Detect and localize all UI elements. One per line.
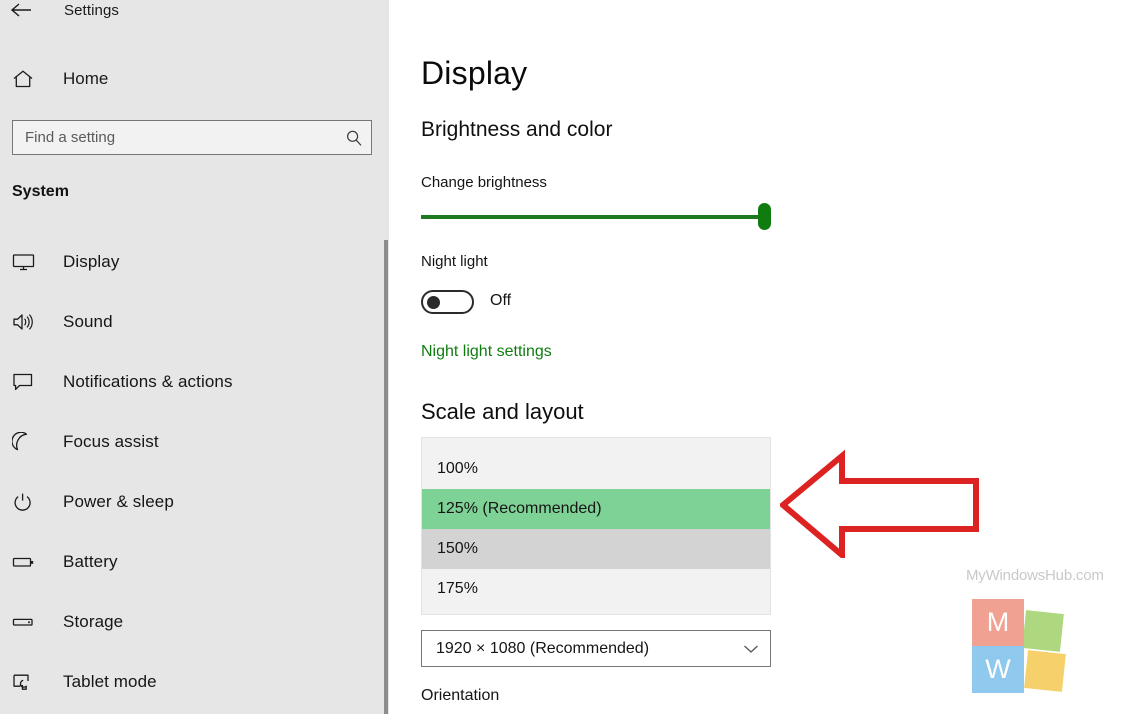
resolution-value: 1920 × 1080 (Recommended) [436, 639, 650, 657]
sidebar-item-battery[interactable]: Battery [0, 532, 389, 592]
sidebar-label-notifications: Notifications & actions [63, 372, 233, 391]
title-bar: Settings [0, 0, 389, 26]
brightness-section-heading: Brightness and color [421, 118, 613, 141]
scale-option-125-selected[interactable]: 125% (Recommended) [422, 489, 770, 529]
speaker-icon [12, 310, 42, 334]
chat-bubble-icon [12, 370, 42, 394]
scale-dropdown-list[interactable]: 100% 125% (Recommended) 150% 175% [421, 437, 771, 615]
chevron-down-icon[interactable] [732, 644, 770, 654]
dropdown-top-padding [422, 438, 770, 449]
night-light-toggle-knob [427, 296, 440, 309]
sidebar-nav-list: Display Sound Notifications & actions Fo… [0, 232, 389, 712]
sidebar-label-focus-assist: Focus assist [63, 432, 159, 451]
sidebar-item-notifications[interactable]: Notifications & actions [0, 352, 389, 412]
scale-option-150-hover[interactable]: 150% [422, 529, 770, 569]
orientation-label: Orientation [421, 687, 500, 704]
night-light-label: Night light [421, 253, 488, 270]
brightness-slider-track [421, 215, 771, 219]
main-content: Display Brightness and color Change brig… [389, 0, 1125, 714]
back-arrow-icon[interactable] [0, 0, 42, 25]
brightness-slider-label: Change brightness [421, 174, 547, 191]
sidebar-label-tablet-mode: Tablet mode [63, 672, 157, 691]
sidebar-label-storage: Storage [63, 612, 124, 631]
brightness-slider[interactable] [421, 203, 771, 230]
sidebar-item-focus-assist[interactable]: Focus assist [0, 412, 389, 472]
sidebar-item-display[interactable]: Display [0, 232, 389, 292]
resolution-dropdown[interactable]: 1920 × 1080 (Recommended) [421, 630, 771, 667]
home-label: Home [63, 69, 109, 88]
battery-icon [12, 550, 42, 574]
sidebar-label-battery: Battery [63, 552, 118, 571]
scale-option-175[interactable]: 175% [422, 569, 770, 609]
page-title: Display [421, 55, 528, 91]
sidebar-item-home[interactable]: Home [0, 62, 389, 96]
night-light-settings-link[interactable]: Night light settings [421, 343, 552, 361]
window-title: Settings [64, 1, 119, 19]
tablet-touch-icon [12, 670, 42, 694]
sidebar-section-title: System [12, 183, 69, 200]
home-icon [12, 69, 42, 89]
sidebar-label-display: Display [63, 252, 120, 271]
monitor-icon [12, 250, 42, 274]
night-light-toggle[interactable] [421, 290, 474, 314]
moon-icon [12, 430, 42, 454]
search-icon[interactable] [337, 129, 371, 147]
night-light-state: Off [490, 292, 512, 309]
sidebar-label-power-sleep: Power & sleep [63, 492, 174, 511]
sidebar-label-sound: Sound [63, 312, 113, 331]
brightness-slider-thumb[interactable] [758, 203, 771, 230]
power-icon [12, 490, 42, 514]
drive-icon [12, 610, 42, 634]
scale-option-100[interactable]: 100% [422, 449, 770, 489]
search-box[interactable] [12, 120, 372, 155]
sidebar-item-tablet-mode[interactable]: Tablet mode [0, 652, 389, 712]
sidebar-item-power-sleep[interactable]: Power & sleep [0, 472, 389, 532]
sidebar-item-storage[interactable]: Storage [0, 592, 389, 652]
search-input[interactable] [13, 129, 337, 146]
sidebar-scrollbar-thumb[interactable] [384, 240, 388, 714]
sidebar: Settings Home System [0, 0, 389, 714]
settings-window: Settings Home System [0, 0, 1125, 714]
scale-section-heading: Scale and layout [421, 399, 584, 424]
sidebar-item-sound[interactable]: Sound [0, 292, 389, 352]
